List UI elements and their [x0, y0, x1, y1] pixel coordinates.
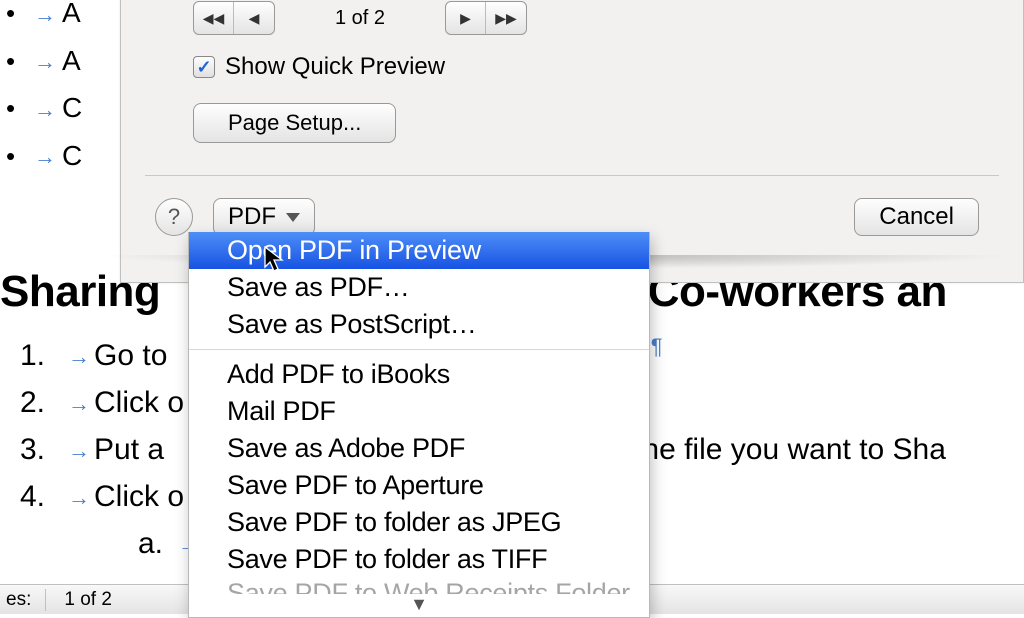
menu-item-save-as-pdf[interactable]: Save as PDF…: [189, 269, 649, 306]
page-nav-row: ◀◀ ◀ 1 of 2 ▶ ▶▶: [145, 1, 999, 35]
tab-arrow-icon: →: [34, 144, 56, 169]
page-setup-button[interactable]: Page Setup...: [193, 103, 396, 143]
menu-separator: [189, 349, 649, 350]
list-item-text: A: [62, 0, 81, 28]
tab-arrow-icon: →: [68, 485, 90, 510]
show-quick-preview-row[interactable]: ✓ Show Quick Preview: [145, 53, 999, 81]
menu-item-open-pdf-in-preview[interactable]: Open PDF in Preview: [189, 232, 649, 269]
list-item: →A: [16, 38, 82, 86]
first-page-button[interactable]: ◀◀: [194, 2, 234, 34]
tab-arrow-icon: →: [34, 2, 56, 27]
list-item: →A: [16, 0, 82, 38]
pilcrow-icon: ¶: [651, 334, 663, 359]
menu-item-label: Save as PostScript…: [227, 309, 476, 339]
item-number: 3.: [20, 427, 68, 473]
list-item: →C: [16, 133, 82, 181]
tab-arrow-icon: →: [68, 391, 90, 416]
menu-item-save-as-adobe-pdf[interactable]: Save as Adobe PDF: [189, 430, 649, 467]
menu-item-save-pdf-to-folder-as-tiff[interactable]: Save PDF to folder as TIFF: [189, 541, 649, 578]
menu-item-save-pdf-to-folder-as-jpeg[interactable]: Save PDF to folder as JPEG: [189, 504, 649, 541]
menu-item-label: Save PDF to Aperture: [227, 470, 484, 500]
button-label: Page Setup...: [228, 110, 361, 135]
menu-item-label: Mail PDF: [227, 396, 336, 426]
menu-item-save-pdf-to-aperture[interactable]: Save PDF to Aperture: [189, 467, 649, 504]
item-number: 1.: [20, 333, 68, 379]
menu-item-add-pdf-to-ibooks[interactable]: Add PDF to iBooks: [189, 356, 649, 393]
item-letter: a.: [138, 521, 178, 567]
checkbox-checked-icon[interactable]: ✓: [193, 56, 215, 78]
item-number: 4.: [20, 474, 68, 520]
question-icon: ?: [168, 204, 180, 230]
menu-item-save-pdf-to-web-receipts[interactable]: Save PDF to Web Receipts Folder: [189, 578, 649, 594]
menu-item-label: Save PDF to Web Receipts Folder: [227, 578, 630, 594]
chevron-down-icon: [286, 213, 300, 222]
pdf-dropdown-menu: Open PDF in Preview Save as PDF… Save as…: [188, 232, 650, 618]
checkbox-label: Show Quick Preview: [225, 53, 445, 81]
menu-item-mail-pdf[interactable]: Mail PDF: [189, 393, 649, 430]
item-text: Click o: [94, 386, 184, 419]
status-left: es:: [6, 589, 46, 611]
button-label: PDF: [228, 203, 276, 231]
bulleted-list: →A →A →C →C: [16, 0, 82, 180]
page-indicator: 1 of 2: [335, 7, 385, 30]
item-number: 2.: [20, 380, 68, 426]
next-page-buttons[interactable]: ▶ ▶▶: [445, 1, 527, 35]
item-text: the file you want to Sha: [634, 433, 946, 466]
tab-arrow-icon: →: [68, 344, 90, 369]
list-item-text: C: [62, 92, 82, 123]
menu-item-label: Open PDF in Preview: [227, 235, 481, 265]
prev-page-buttons[interactable]: ◀◀ ◀: [193, 1, 275, 35]
menu-item-label: Save as Adobe PDF: [227, 433, 465, 463]
item-text: Go to: [94, 339, 167, 372]
tab-arrow-icon: →: [34, 49, 56, 74]
menu-item-label: Add PDF to iBooks: [227, 359, 450, 389]
help-button[interactable]: ?: [155, 198, 193, 236]
tab-arrow-icon: →: [68, 438, 90, 463]
tab-arrow-icon: →: [34, 97, 56, 122]
prev-page-button[interactable]: ◀: [234, 2, 274, 34]
menu-item-label: Save PDF to folder as TIFF: [227, 544, 547, 574]
list-item: →C: [16, 85, 82, 133]
pdf-dropdown-button[interactable]: PDF: [213, 198, 315, 236]
button-label: Cancel: [879, 203, 954, 230]
cancel-button[interactable]: Cancel: [854, 198, 979, 236]
last-page-button[interactable]: ▶▶: [486, 2, 526, 34]
menu-item-save-as-postscript[interactable]: Save as PostScript…: [189, 306, 649, 343]
menu-item-label: Save PDF to folder as JPEG: [227, 507, 561, 537]
item-text: Put a: [94, 433, 164, 466]
list-item-text: C: [62, 140, 82, 171]
next-page-button[interactable]: ▶: [446, 2, 486, 34]
item-text: Click o: [94, 480, 184, 513]
list-item-text: A: [62, 45, 81, 76]
status-page-count: 1 of 2: [64, 589, 112, 611]
menu-item-label: Save as PDF…: [227, 272, 409, 302]
